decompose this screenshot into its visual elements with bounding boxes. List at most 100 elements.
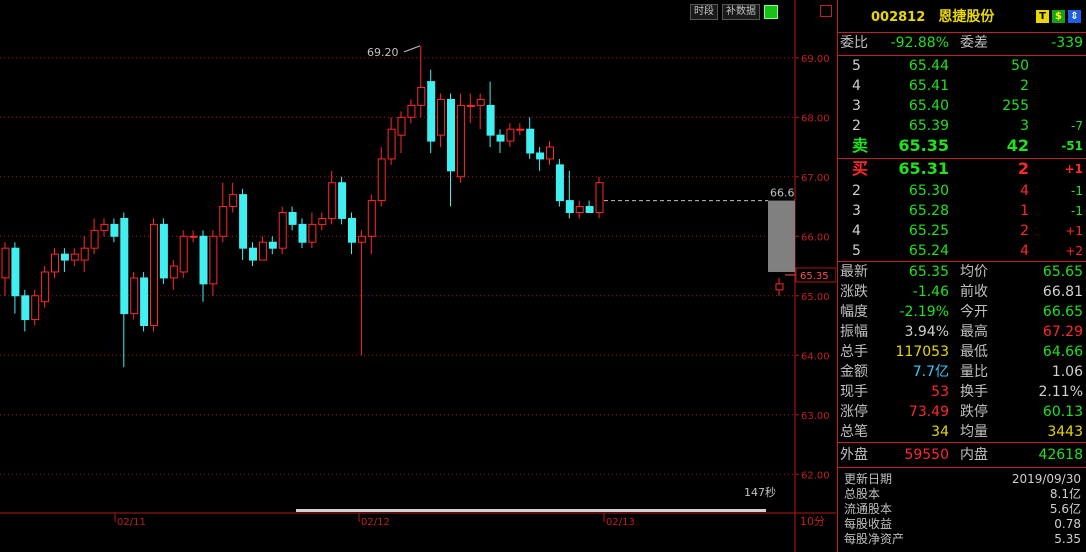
info-label: 每股收益 bbox=[844, 517, 893, 531]
candle-body bbox=[308, 223, 317, 243]
ratio-label: 委比 bbox=[840, 35, 868, 51]
quote-value: 3443 bbox=[1047, 424, 1083, 440]
quote-value: 3.94% bbox=[904, 324, 949, 340]
order_book.bids-change: +1 bbox=[1065, 224, 1083, 238]
quote-label: 涨跌 bbox=[840, 284, 868, 300]
order_book.asks-volume: 42 bbox=[1006, 136, 1029, 155]
candlestick-chart[interactable]: 69.00 68.00 67.00 66.00 65.00 64.00 63.00 62.00… bbox=[0, 0, 836, 552]
order_book.bids-volume: 2 bbox=[1020, 223, 1029, 239]
candle-body bbox=[456, 104, 465, 178]
max-price-label: 69.20 bbox=[367, 46, 399, 59]
order_book.asks-level: 3 bbox=[852, 98, 861, 114]
quote-label: 均量 bbox=[960, 424, 988, 440]
candle-body bbox=[328, 182, 337, 219]
order_book.bids-price: 65.25 bbox=[908, 223, 949, 239]
period-button[interactable]: 时段 bbox=[690, 4, 718, 20]
quote-label: 均价 bbox=[960, 264, 988, 280]
candle-body bbox=[387, 128, 396, 160]
quote-row: 振幅 3.94% 最高 67.29 bbox=[838, 322, 1086, 342]
order_book.bids-row: 买 65.31 2 +1 bbox=[838, 159, 1086, 181]
order_book.bids-row: 3 65.28 1 -1 bbox=[838, 201, 1086, 221]
quote-label: 最新 bbox=[840, 264, 868, 280]
candle-body bbox=[585, 206, 594, 213]
y-tick-label: 69.00 bbox=[801, 54, 830, 65]
order_book.bids-volume: 2 bbox=[1017, 159, 1029, 178]
ask-list: 5 65.44 50 4 65.41 2 3 65.40 255 2 65.39 3 -7 卖 65.35 4… bbox=[838, 56, 1086, 159]
quote-value: 2.11% bbox=[1038, 384, 1083, 400]
outer-label: 外盘 bbox=[840, 447, 868, 463]
candle-body bbox=[526, 128, 535, 154]
diff-value: -339 bbox=[1051, 35, 1083, 51]
inner-label: 内盘 bbox=[960, 447, 988, 463]
candle-body bbox=[219, 206, 228, 237]
order_book.bids-price: 65.28 bbox=[908, 203, 949, 219]
candle-body bbox=[150, 223, 158, 327]
candle-body bbox=[288, 211, 297, 225]
quote-value: 60.13 bbox=[1042, 404, 1083, 420]
candle-body bbox=[120, 217, 129, 315]
order_book.asks-price: 65.44 bbox=[908, 58, 949, 74]
ratio-value: -92.88% bbox=[890, 35, 949, 51]
candle-body bbox=[476, 98, 485, 106]
info-row: 更新日期 2019/09/30 bbox=[838, 472, 1086, 487]
order_book.asks-level: 4 bbox=[852, 78, 861, 94]
candle-body bbox=[595, 182, 604, 213]
green-diamond-icon[interactable] bbox=[764, 5, 778, 19]
candle-body bbox=[516, 128, 525, 131]
candle-body bbox=[278, 211, 287, 249]
candle-body bbox=[110, 223, 119, 237]
order_book.bids-volume: 4 bbox=[1020, 183, 1029, 199]
order_book.asks-price: 65.41 bbox=[908, 78, 949, 94]
candle-body bbox=[169, 265, 178, 279]
period-label: 10分 bbox=[800, 515, 825, 528]
blue-arrow-icon[interactable]: ⇕ bbox=[1068, 9, 1081, 23]
horizontal-scrollbar bbox=[296, 509, 766, 512]
candle-body bbox=[70, 253, 79, 261]
candle-body bbox=[140, 277, 149, 327]
quote-label: 量比 bbox=[960, 364, 988, 380]
order_book.asks-price: 65.35 bbox=[898, 136, 949, 155]
candle-body bbox=[348, 217, 356, 243]
window-restore-icon[interactable] bbox=[820, 5, 832, 17]
fill-data-button[interactable]: 补数据 bbox=[722, 4, 760, 20]
quote-value: 1.06 bbox=[1051, 364, 1083, 380]
info-label: 每股净资产 bbox=[844, 532, 905, 546]
order_book.bids-change: -1 bbox=[1071, 184, 1083, 198]
quote-value: 117053 bbox=[895, 344, 949, 360]
order_book.bids-level: 3 bbox=[852, 203, 861, 219]
quote-row: 涨停 73.49 跌停 60.13 bbox=[838, 402, 1086, 422]
candle-body bbox=[427, 81, 436, 142]
order_book.bids-change: +2 bbox=[1065, 244, 1083, 258]
diff-label: 委差 bbox=[960, 35, 988, 51]
quote-value: 53 bbox=[931, 384, 949, 400]
candle-body bbox=[130, 277, 139, 315]
quote-value: 67.29 bbox=[1042, 324, 1083, 340]
order_book.asks-row: 5 65.44 50 bbox=[838, 56, 1086, 76]
order_book.bids-volume: 4 bbox=[1020, 243, 1029, 259]
candle-body bbox=[239, 194, 248, 249]
quote-row: 涨跌 -1.46 前收 66.81 bbox=[838, 282, 1086, 302]
quote-value: 66.65 bbox=[1042, 304, 1083, 320]
info-row: 流通股本 5.6亿 bbox=[838, 502, 1086, 517]
order_book.asks-change: -51 bbox=[1061, 139, 1083, 153]
candle-body bbox=[575, 206, 584, 213]
quote-value: 7.7亿 bbox=[912, 364, 949, 380]
order_book.asks-volume: 255 bbox=[1002, 98, 1029, 114]
candle-body bbox=[536, 152, 545, 160]
info-row: 每股收益 0.78 bbox=[838, 517, 1086, 532]
stock-header: 002812 恩捷股份 T $ ⇕ bbox=[838, 0, 1086, 33]
order_book.asks-change: -7 bbox=[1071, 119, 1083, 133]
candle-body bbox=[258, 241, 267, 261]
order_book.bids-change: +1 bbox=[1064, 162, 1083, 176]
dashed-price-label: 66.6 bbox=[770, 187, 795, 200]
quote-label: 总笔 bbox=[840, 424, 868, 440]
order_book.asks-price: 65.39 bbox=[908, 118, 949, 134]
order_book.bids-level: 2 bbox=[852, 183, 861, 199]
quote-label: 跌停 bbox=[960, 404, 988, 420]
order_book.bids-change: -1 bbox=[1071, 204, 1083, 218]
quote-value: 65.65 bbox=[1042, 264, 1083, 280]
quote-label: 幅度 bbox=[840, 304, 868, 320]
T-icon[interactable]: T bbox=[1036, 9, 1049, 23]
gray-projection-box bbox=[768, 200, 795, 272]
green-dollar-icon[interactable]: $ bbox=[1052, 9, 1065, 23]
